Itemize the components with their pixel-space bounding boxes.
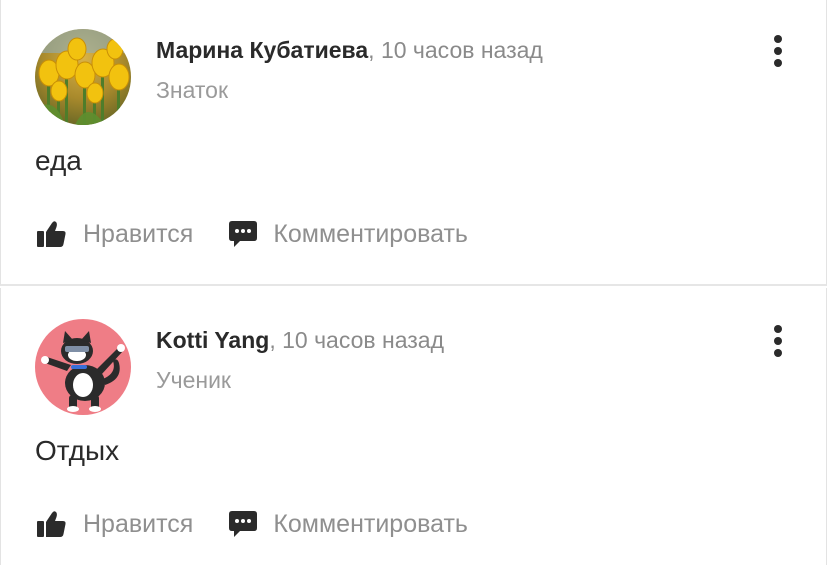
avatar[interactable] [35,319,131,415]
like-button[interactable]: Нравится [35,218,193,250]
comment-button[interactable]: Комментировать [227,218,468,250]
cat-avatar-image [35,319,131,415]
author-name[interactable]: Kotti Yang [156,327,269,353]
author-name[interactable]: Марина Кубатиева [156,37,368,63]
timestamp: 10 часов назад [380,37,543,63]
more-menu-button[interactable] [766,34,790,68]
comment-text: Отдых [35,435,120,466]
header-separator: , [368,37,375,63]
avatar[interactable] [35,29,131,125]
comment-card: Марина Кубатиева, 10 часов назад Знаток … [0,0,827,286]
comment-text: еда [35,145,82,176]
tulips-avatar-image [35,29,131,125]
like-label: Нравится [83,509,194,538]
comment-bubble-icon [227,218,259,250]
comment-button[interactable]: Комментировать [227,508,468,540]
comment-card: Kotti Yang, 10 часов назад Ученик Отдых … [0,288,827,565]
comments-feed: Марина Кубатиева, 10 часов назад Знаток … [0,0,827,565]
user-rank: Знаток [156,77,229,103]
more-menu-button[interactable] [766,324,790,358]
comment-header: Kotti Yang, 10 часов назад [156,326,444,354]
comment-label: Комментировать [273,219,468,248]
thumbs-up-icon [35,508,67,540]
thumbs-up-icon [35,218,67,250]
timestamp: 10 часов назад [282,327,444,353]
comment-actions: Нравится Комментировать [35,217,468,251]
comment-label: Комментировать [273,509,468,538]
like-button[interactable]: Нравится [35,508,193,540]
comment-header: Марина Кубатиева, 10 часов назад [156,36,543,64]
user-rank: Ученик [156,367,231,393]
comment-bubble-icon [227,508,259,540]
like-label: Нравится [83,219,194,248]
header-separator: , [269,327,276,353]
comment-actions: Нравится Комментировать [35,507,468,541]
